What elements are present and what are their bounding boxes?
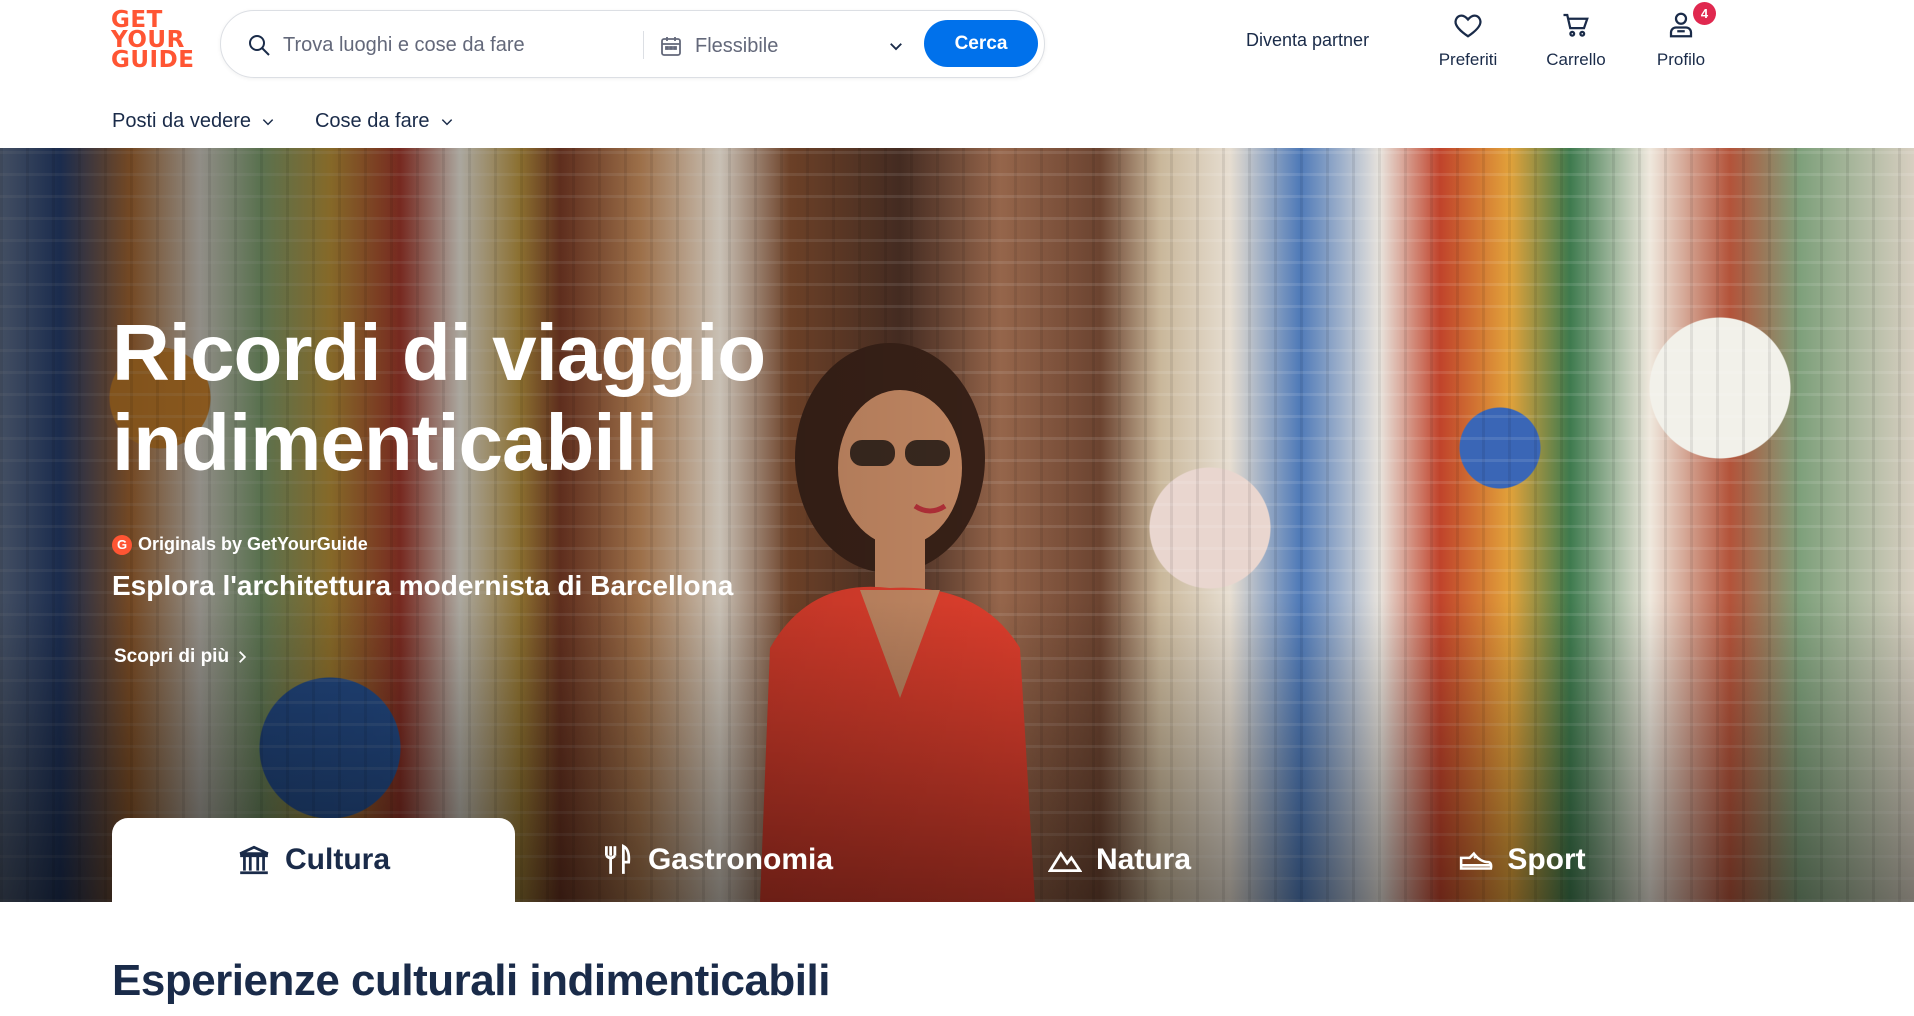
tab-label: Natura bbox=[1095, 843, 1192, 876]
site-header: GET YOUR GUIDE Flessibile Cerca Diventa … bbox=[0, 0, 1914, 148]
tab-cultura[interactable]: Cultura bbox=[112, 818, 515, 902]
getyourguide-g-icon: G bbox=[112, 534, 132, 555]
heart-icon bbox=[1454, 14, 1482, 38]
tab-label: Gastronomia bbox=[647, 843, 834, 876]
search-divider bbox=[643, 31, 644, 59]
search-input[interactable] bbox=[283, 27, 643, 63]
hero-title-line-2: indimenticabili bbox=[112, 398, 658, 487]
tab-gastronomia[interactable]: Gastronomia bbox=[515, 818, 918, 902]
tab-label: Cultura bbox=[285, 843, 390, 876]
category-tabs: Cultura Gastronomia Natura Sport bbox=[112, 818, 1716, 902]
become-partner-link[interactable]: Diventa partner bbox=[1246, 30, 1369, 51]
fork-knife-icon bbox=[604, 843, 631, 874]
date-label: Flessibile bbox=[695, 35, 779, 57]
originals-tag: G Originals by GetYourGuide bbox=[112, 534, 368, 555]
mountain-icon bbox=[1047, 851, 1082, 873]
subnav-label: Cose da fare bbox=[314, 110, 430, 132]
tab-label: Sport bbox=[1507, 843, 1586, 876]
subnav-places-to-see[interactable]: Posti da vedere bbox=[112, 110, 275, 133]
profile-button[interactable]: 4 Profilo bbox=[1654, 2, 1716, 76]
cart-button[interactable]: Carrello bbox=[1540, 10, 1612, 76]
sneaker-icon bbox=[1460, 851, 1493, 870]
hero-banner: Ricordi di viaggio indimenticabili G Ori… bbox=[0, 148, 1914, 902]
date-picker[interactable]: Flessibile bbox=[659, 21, 905, 69]
logo-line-3: GUIDE bbox=[111, 47, 195, 73]
originals-label: Originals by GetYourGuide bbox=[138, 534, 368, 554]
subnav-things-to-do[interactable]: Cose da fare bbox=[315, 110, 454, 133]
tab-natura[interactable]: Natura bbox=[918, 818, 1321, 902]
favorites-button[interactable]: Preferiti bbox=[1437, 10, 1499, 76]
chevron-down-icon bbox=[441, 118, 452, 125]
chevron-down-icon bbox=[262, 118, 274, 125]
profile-icon bbox=[1669, 12, 1693, 38]
chevron-down-icon bbox=[890, 43, 902, 51]
subnav-label: Posti da vedere bbox=[112, 110, 251, 132]
museum-icon bbox=[239, 845, 269, 875]
hero-subtitle: Esplora l'architettura modernista di Bar… bbox=[112, 570, 734, 601]
hero-title: Ricordi di viaggio indimenticabili bbox=[112, 308, 872, 488]
cart-icon bbox=[1563, 13, 1589, 37]
cart-label: Carrello bbox=[1546, 50, 1606, 69]
search-button[interactable]: Cerca bbox=[924, 20, 1038, 67]
search-icon bbox=[249, 35, 270, 56]
hero-overlay bbox=[0, 148, 1914, 902]
section-title: Esperienze culturali indimenticabili bbox=[112, 956, 830, 1005]
discover-more-link[interactable]: Scopri di più bbox=[114, 646, 249, 668]
secondary-nav: Posti da vedere Cose da fare bbox=[112, 110, 454, 133]
favorites-label: Preferiti bbox=[1438, 50, 1498, 69]
tab-sport[interactable]: Sport bbox=[1321, 818, 1724, 902]
hero-title-line-1: Ricordi di viaggio bbox=[112, 308, 766, 397]
discover-more-label: Scopri di più bbox=[114, 646, 230, 667]
profile-notification-badge: 4 bbox=[1693, 2, 1716, 25]
getyourguide-logo[interactable]: GET YOUR GUIDE bbox=[111, 9, 195, 73]
search-bar: Flessibile Cerca bbox=[220, 10, 1045, 78]
profile-label: Profilo bbox=[1656, 50, 1706, 69]
calendar-icon bbox=[661, 37, 681, 56]
chevron-right-icon bbox=[239, 651, 247, 663]
